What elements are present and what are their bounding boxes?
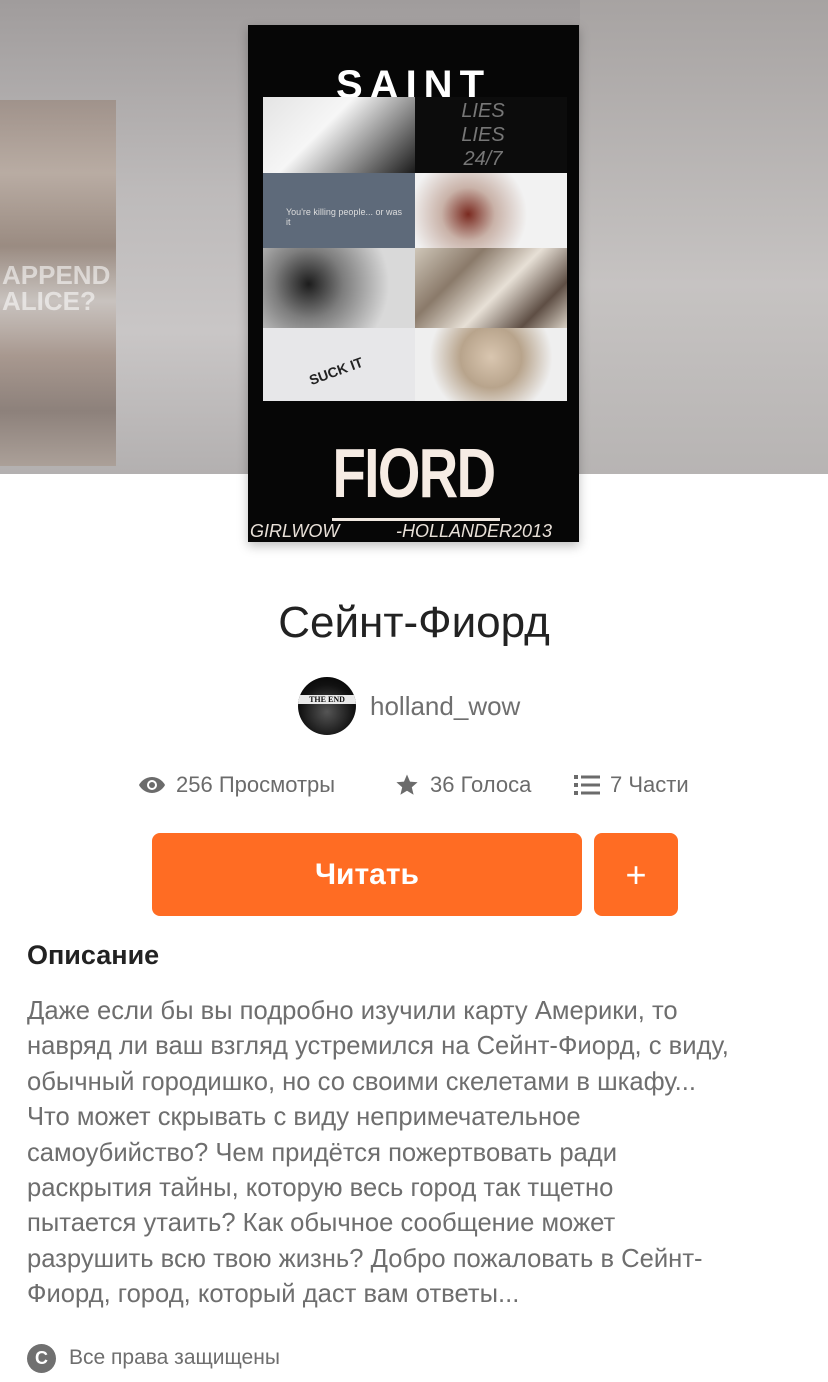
collage-tile xyxy=(415,328,567,401)
views-count: 256 Просмотры xyxy=(176,772,336,797)
description-line: самоубийство? Чем придётся пожертвовать … xyxy=(27,1138,618,1167)
read-button[interactable]: Читать xyxy=(152,833,582,916)
author-link[interactable]: THE END holland_wow xyxy=(298,677,520,735)
votes-stat: 36 Голоса xyxy=(394,766,531,804)
cover-bottom-title: FIORD xyxy=(332,434,496,512)
description-text: Даже если бы вы подробно изучили карту А… xyxy=(27,994,817,1313)
parts-count: 7 Части xyxy=(610,772,689,797)
collage-tile xyxy=(415,248,567,328)
description-line: разрушить всю твою жизнь? Добро пожалова… xyxy=(27,1244,703,1273)
avatar[interactable]: THE END xyxy=(298,677,356,735)
description-line: обычный городишко, но со своими скелетам… xyxy=(27,1067,696,1096)
story-stats: 256 Просмотры 36 Голоса 7 Части xyxy=(0,766,828,804)
collage-tile xyxy=(263,97,415,173)
description-heading: Описание xyxy=(27,940,160,970)
cover-footer-left: GIRLWOW xyxy=(250,521,340,541)
cover-footer: GIRLWOW -HOLLANDER2013 xyxy=(248,521,579,542)
backdrop-right xyxy=(580,0,828,474)
story-cover[interactable]: SAINT LIES LIES 24/7 You're killing peop… xyxy=(248,25,579,542)
description-line: Что может скрывать с виду непримечательн… xyxy=(27,1103,581,1132)
list-icon xyxy=(574,775,600,795)
backdrop-text: APPEND ALICE? xyxy=(2,260,111,316)
description-line: Даже если бы вы подробно изучили карту А… xyxy=(27,997,678,1025)
copyright-label: Все права защищены xyxy=(69,1346,280,1369)
description-line: раскрытия тайны, которую весь город так … xyxy=(27,1174,614,1203)
cover-lies-text: LIES LIES 24/7 xyxy=(461,100,505,170)
description-line: пытается утаить? Как обычное сообщение м… xyxy=(27,1209,616,1238)
story-title: Сейнт-Фиорд xyxy=(278,598,550,647)
copyright-icon: C xyxy=(27,1343,56,1373)
parts-stat: 7 Части xyxy=(574,766,689,804)
cover-footer-right: -HOLLANDER2013 xyxy=(396,521,553,541)
collage-tile xyxy=(263,248,415,328)
author-name[interactable]: holland_wow xyxy=(370,691,520,722)
star-icon xyxy=(396,774,418,795)
cover-tile-caption: You're killing people... or was it xyxy=(286,207,402,227)
description-line: навряд ли ваш взгляд устремился на Сейнт… xyxy=(27,1032,729,1061)
collage-tile xyxy=(415,173,567,248)
avatar-text: THE END xyxy=(298,695,356,704)
description-line: Фиорд, город, который даст вам ответы... xyxy=(27,1280,520,1309)
votes-count: 36 Голоса xyxy=(430,772,532,797)
add-to-library-button[interactable]: + xyxy=(594,833,678,916)
copyright-notice: C Все права защищены xyxy=(27,1343,280,1373)
views-stat: 256 Просмотры xyxy=(138,766,335,804)
eye-icon xyxy=(139,777,165,793)
